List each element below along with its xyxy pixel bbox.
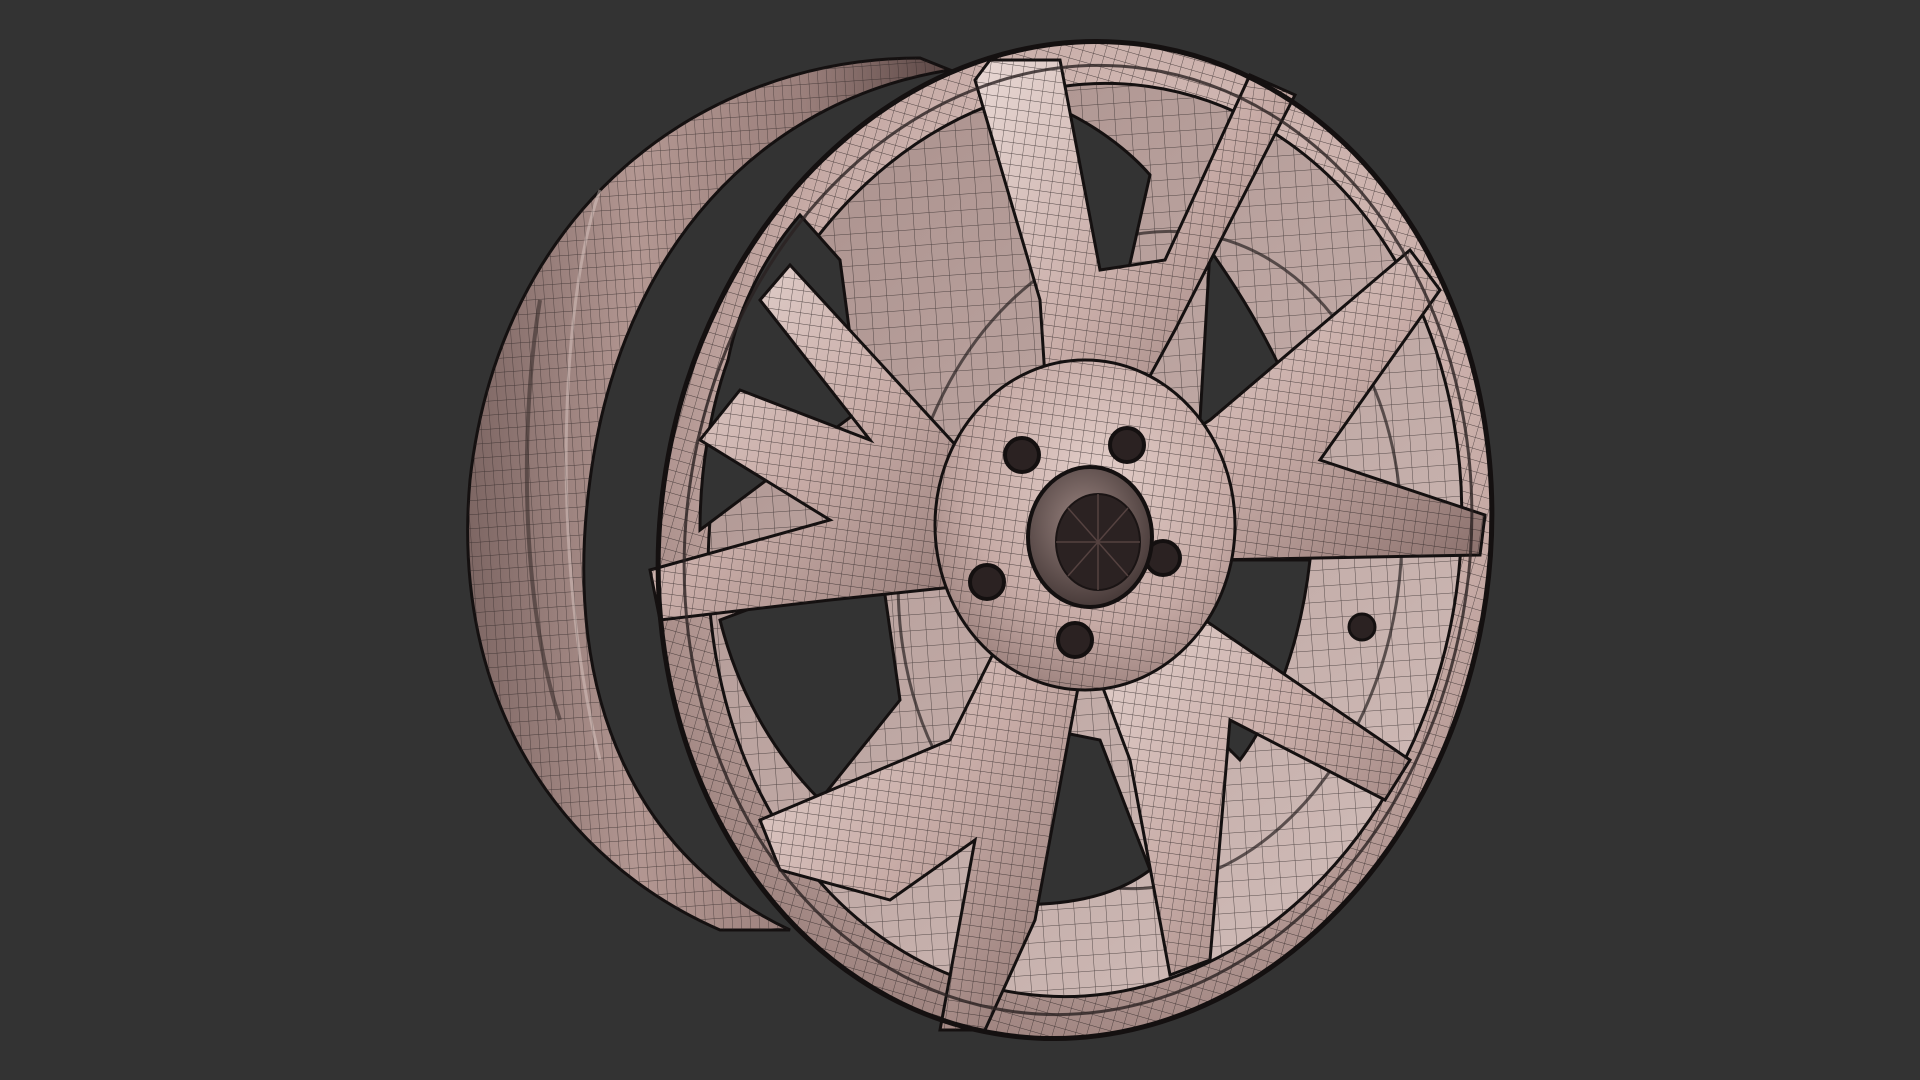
hub [933, 358, 1237, 692]
lug-hole-2 [1108, 426, 1146, 464]
3d-viewport[interactable] [0, 0, 1920, 1080]
lug-hole-4 [1056, 621, 1094, 659]
wheel-model [0, 0, 1920, 1080]
lug-hole-5 [968, 563, 1006, 601]
lug-hole-1 [1003, 436, 1041, 474]
valve-hole [1347, 612, 1377, 642]
